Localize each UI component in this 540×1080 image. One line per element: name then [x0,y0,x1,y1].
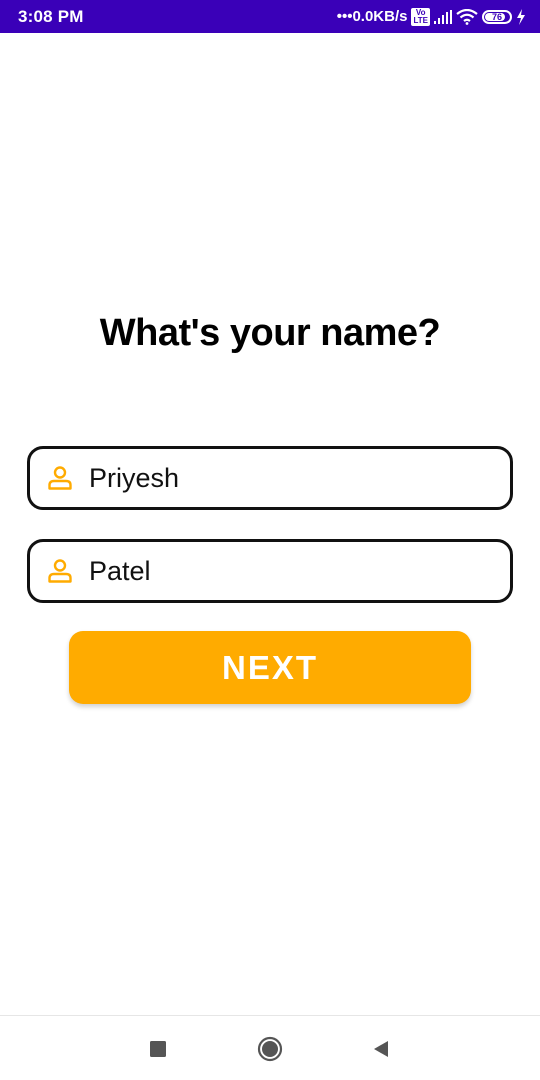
battery-icon: 76 [482,9,512,24]
page-title: What's your name? [99,312,441,354]
home-icon [257,1036,283,1062]
home-button[interactable] [257,1036,283,1062]
next-button[interactable]: NEXT [69,631,471,704]
volte-icon: Vo LTE [411,7,430,26]
network-speed: •••0.0KB/s [336,8,408,25]
status-bar: 3:08 PM •••0.0KB/s Vo LTE 76 [0,0,540,33]
last-name-input[interactable] [89,555,489,587]
back-button[interactable] [368,1036,394,1062]
recents-icon [150,1041,166,1057]
recents-button[interactable] [145,1036,171,1062]
status-indicators: •••0.0KB/s Vo LTE 76 [336,7,526,26]
person-icon [48,466,72,490]
first-name-field[interactable] [27,446,513,510]
last-name-field[interactable] [27,539,513,603]
navigation-bar [0,1015,540,1080]
status-time: 3:08 PM [18,6,84,26]
wifi-icon [456,8,478,25]
charging-icon [517,8,525,25]
battery-level: 76 [491,11,502,22]
person-icon [48,559,72,583]
signal-icon [434,9,452,24]
back-icon [374,1041,388,1057]
name-entry-screen: 3:08 PM •••0.0KB/s Vo LTE 76 What's your… [0,0,540,1080]
first-name-input[interactable] [89,462,489,494]
